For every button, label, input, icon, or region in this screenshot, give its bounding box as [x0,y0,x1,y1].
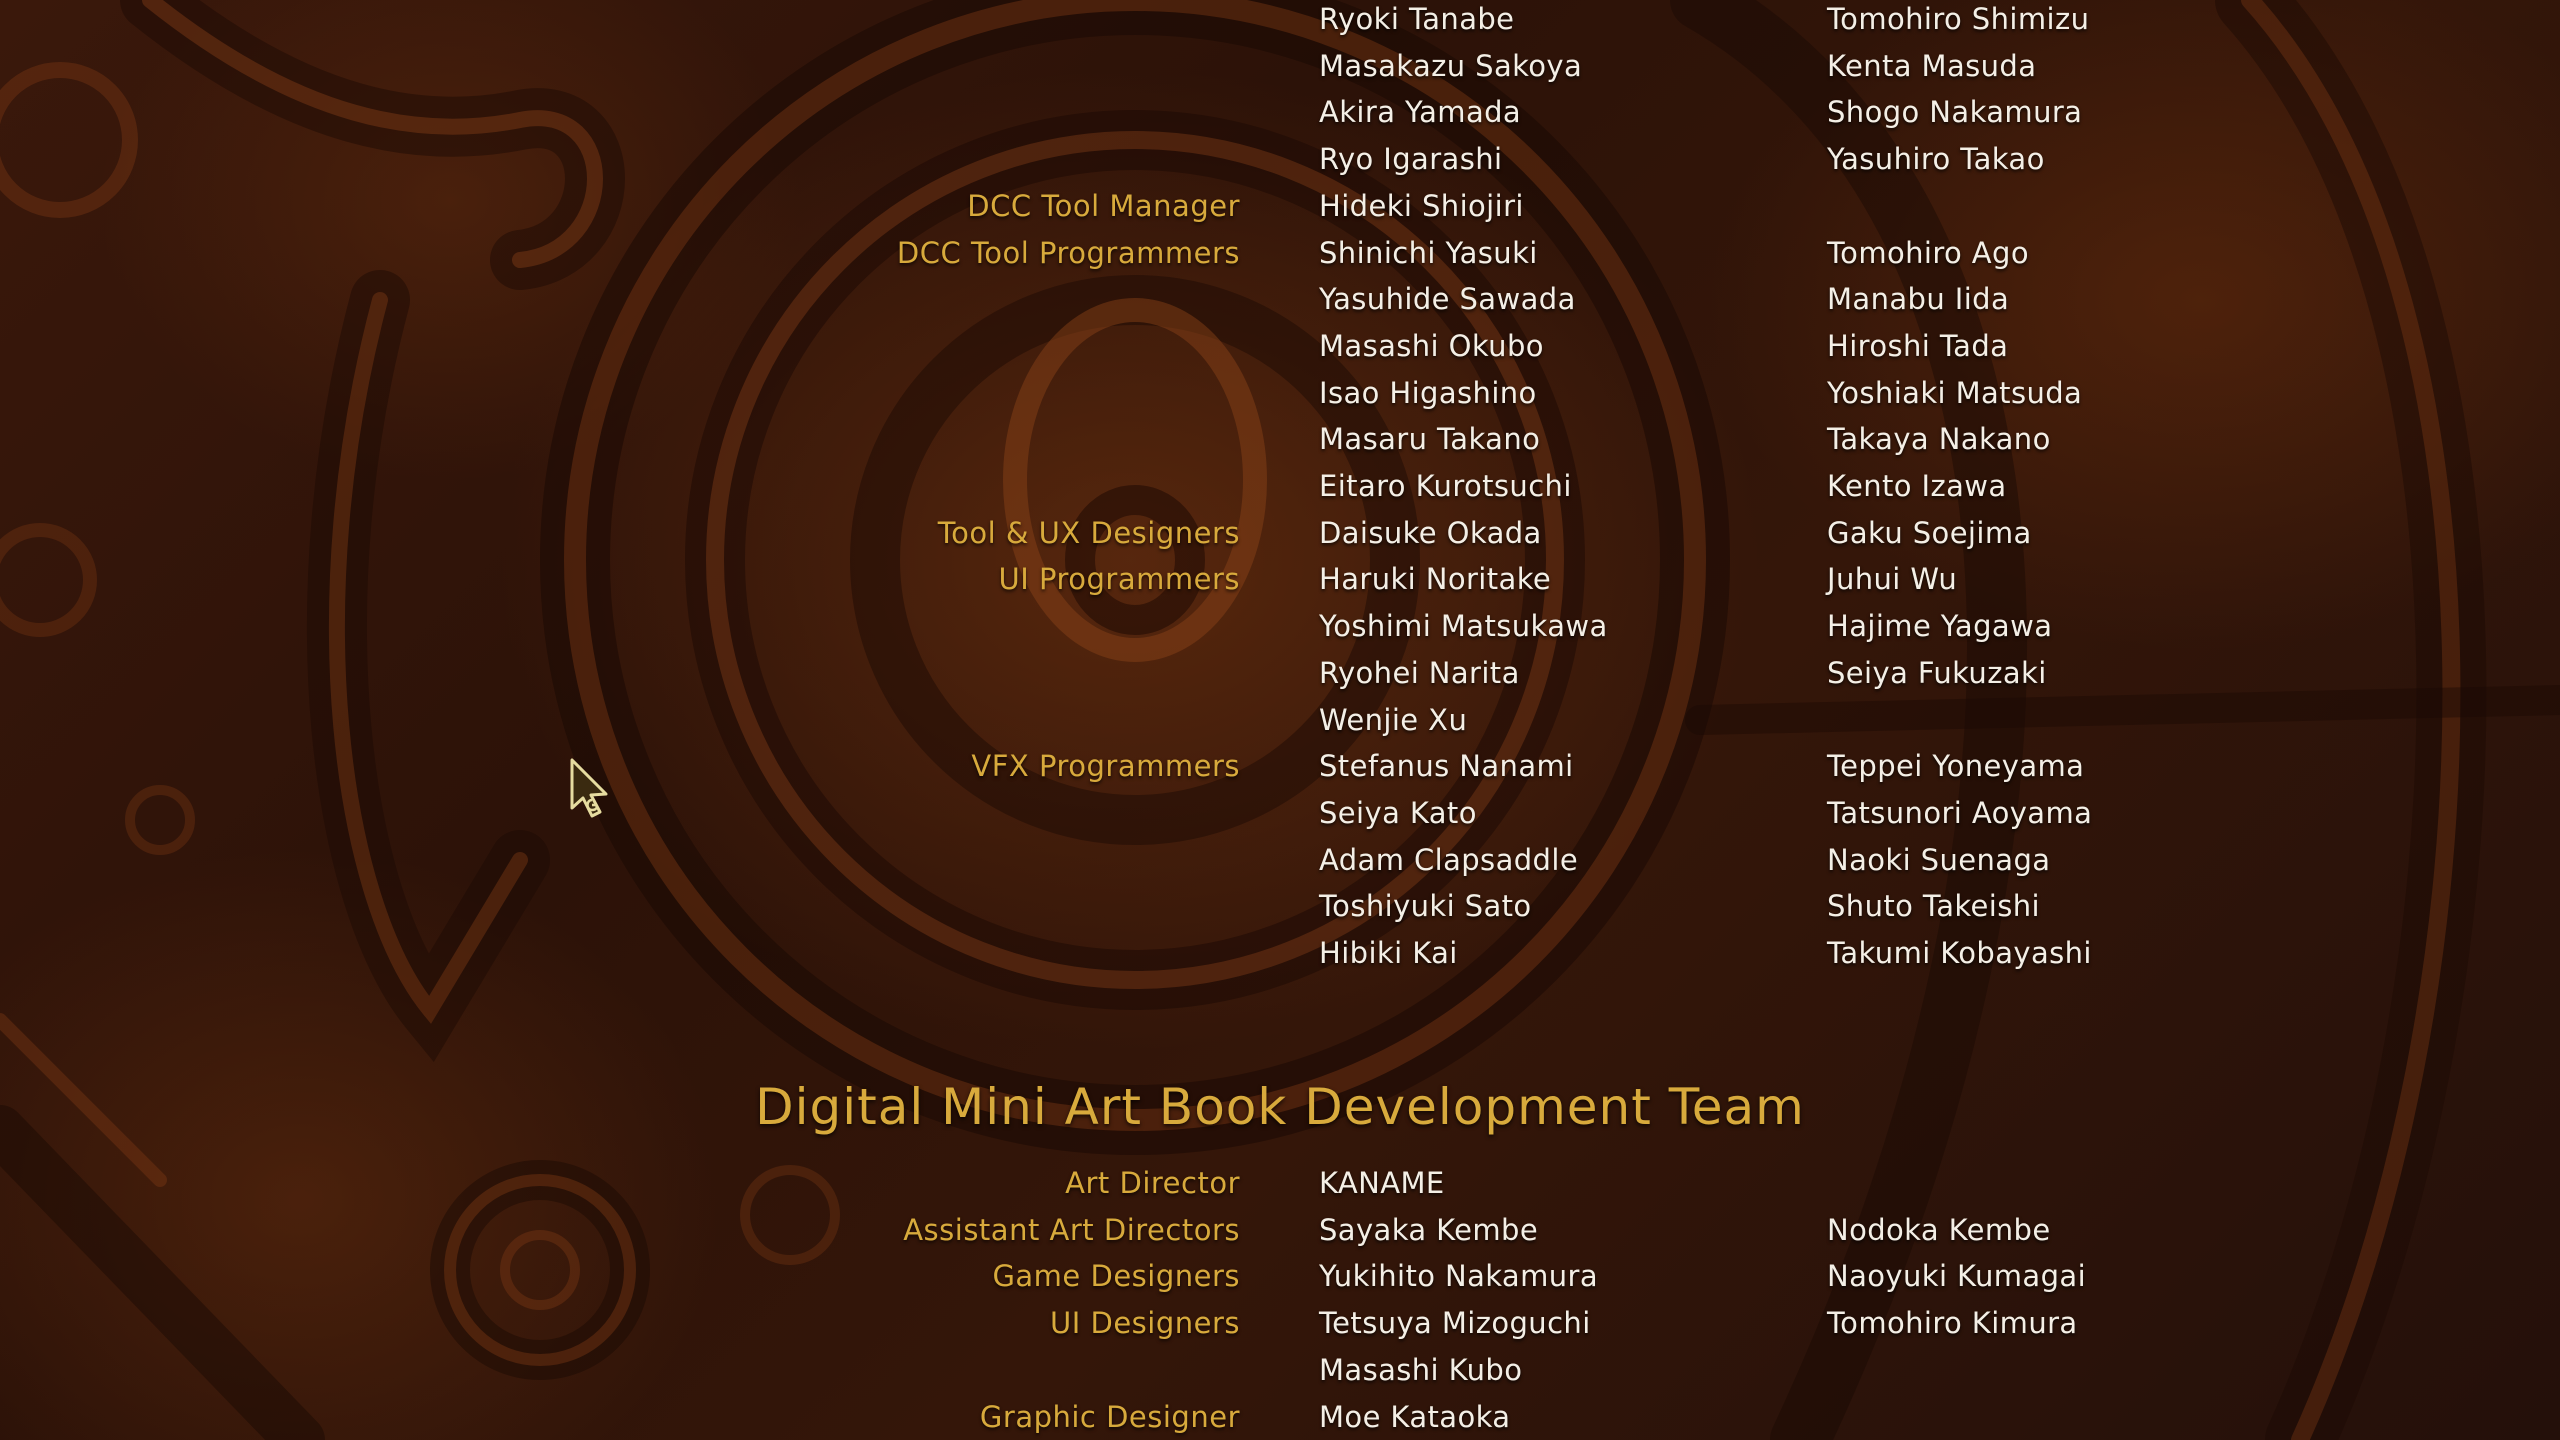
credit-name: Teppei Yoneyama [1827,749,2085,784]
credit-role: DCC Tool Programmers [896,235,1240,270]
credit-role: UI Designers [1050,1306,1240,1341]
credit-name: Yasuhiro Takao [1827,142,2045,177]
credit-name: Hideki Shiojiri [1319,188,1524,223]
credit-role: DCC Tool Manager [967,188,1240,223]
credit-role: Graphic Designer [979,1399,1240,1434]
credit-name: Masashi Kubo [1319,1352,1523,1387]
credit-name: Nodoka Kembe [1827,1212,2051,1247]
arrow-cursor-icon [570,758,608,818]
section-title: Digital Mini Art Book Development Team [755,1078,1805,1136]
credit-name: Yoshiaki Matsuda [1827,375,2083,410]
credit-name: Akira Yamada [1319,95,1522,130]
credit-name: Ryohei Narita [1319,655,1520,690]
credit-name: Hiroshi Tada [1827,328,2009,363]
credit-name: Masaru Takano [1319,422,1541,457]
credit-name: Shogo Nakamura [1827,95,2083,130]
credit-role: Game Designers [992,1259,1240,1294]
credit-name: Yukihito Nakamura [1319,1259,1599,1294]
credits-screen: Ryoki Tanabe Tomohiro Shimizu Masakazu Sak… [0,0,2560,1440]
credit-role: Tool & UX Designers [937,515,1240,550]
credit-name: Wenjie Xu [1319,702,1468,737]
credit-role: VFX Programmers [971,749,1240,784]
credit-name: Tomohiro Ago [1827,235,2029,270]
credits-list: Ryoki Tanabe Tomohiro Shimizu Masakazu Sak… [0,0,2560,1440]
credit-role: UI Programmers [998,562,1240,597]
credit-name: Kento Izawa [1827,469,2007,503]
credit-name: Shinichi Yasuki [1319,235,1538,270]
credit-name: Yasuhide Sawada [1319,282,1576,317]
credit-name: Ryoki Tanabe [1319,2,1515,36]
credit-name: Eitaro Kurotsuchi [1319,469,1572,503]
credit-role: Assistant Art Directors [903,1212,1240,1247]
credit-name: Takumi Kobayashi [1827,936,2092,970]
credit-name: Isao Higashino [1319,375,1537,410]
credit-name: Adam Clapsaddle [1319,842,1579,877]
credit-name: Manabu Iida [1827,282,2010,317]
credit-name: Tetsuya Mizoguchi [1319,1306,1591,1341]
credit-name: Moe Kataoka [1319,1399,1511,1434]
credit-name: Tomohiro Kimura [1827,1306,2078,1341]
credit-name: Stefanus Nanami [1319,749,1574,784]
credit-name: KANAME [1319,1166,1445,1200]
credit-name: Masashi Okubo [1319,328,1544,363]
credit-name: Gaku Soejima [1827,515,2032,550]
credit-name: Masakazu Sakoya [1319,48,1583,83]
credit-name: Naoki Suenaga [1827,842,2051,877]
credit-name: Toshiyuki Sato [1319,889,1532,924]
credit-name: Juhui Wu [1827,562,1958,597]
credit-name: Takaya Nakano [1827,422,2051,457]
credit-name: Seiya Kato [1319,795,1477,830]
credit-name: Hajime Yagawa [1827,609,2053,644]
credit-name: Kenta Masuda [1827,48,2037,83]
credit-name: Yoshimi Matsukawa [1319,609,1608,644]
credit-name: Naoyuki Kumagai [1827,1259,2087,1294]
credit-name: Ryo Igarashi [1319,142,1503,177]
credit-name: Haruki Noritake [1319,562,1552,597]
credit-name: Seiya Fukuzaki [1827,655,2047,690]
credit-name: Sayaka Kembe [1319,1212,1539,1247]
credit-name: Tomohiro Shimizu [1827,2,2090,36]
credit-role: Art Director [1065,1166,1240,1200]
credit-name: Tatsunori Aoyama [1827,795,2093,830]
credit-name: Hibiki Kai [1319,936,1458,970]
credit-name: Shuto Takeishi [1827,889,2040,924]
credit-name: Daisuke Okada [1319,515,1542,550]
